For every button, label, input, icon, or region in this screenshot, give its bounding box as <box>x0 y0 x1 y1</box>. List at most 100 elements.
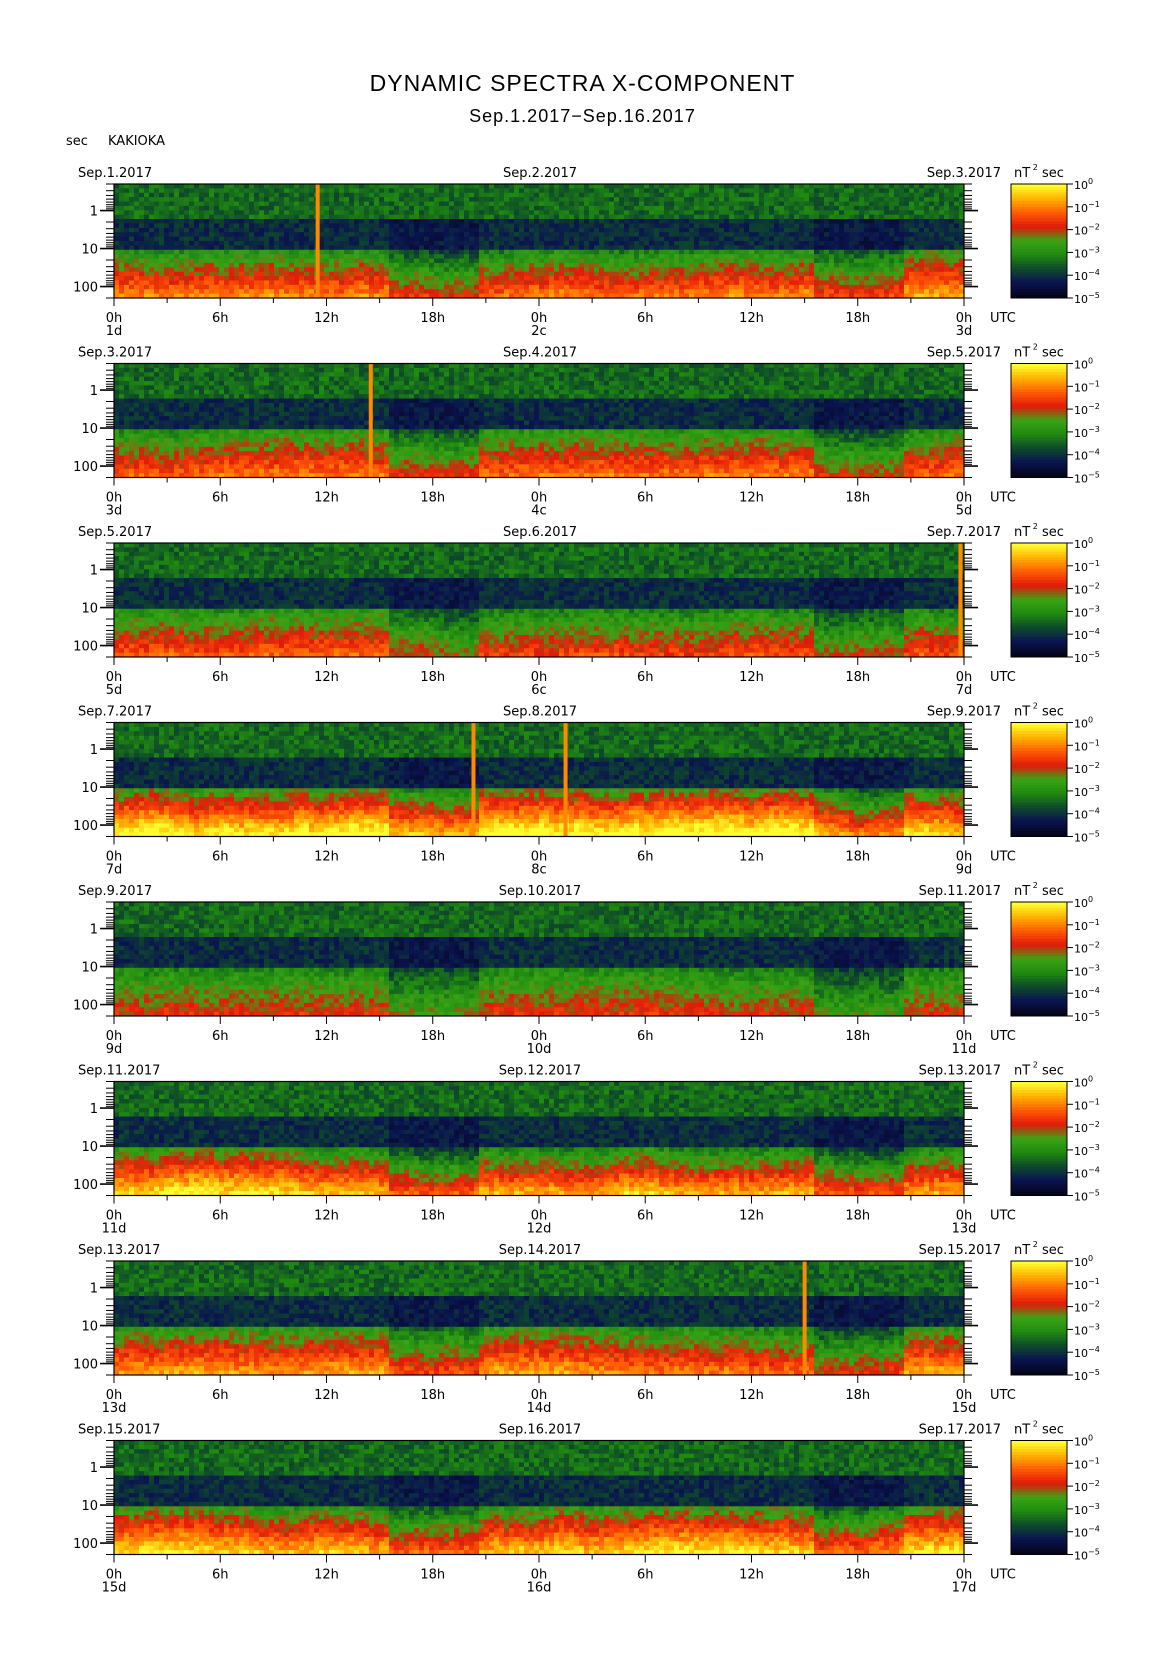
spectrogram-cell <box>594 184 599 189</box>
spectrogram-cell <box>334 210 339 215</box>
spectrogram-cell <box>329 254 334 259</box>
spectrogram-cell <box>559 267 564 272</box>
spectrogram-cell <box>214 202 219 207</box>
spectrogram-cell <box>719 193 724 198</box>
spectrogram-cell <box>609 188 614 193</box>
spectrogram-cell <box>384 188 389 193</box>
spectrogram-cell <box>344 259 349 264</box>
spectrogram-cell <box>279 285 284 290</box>
spectrogram-cell <box>624 202 629 207</box>
spectrogram-cell <box>464 232 469 237</box>
spectrogram-cell <box>479 237 484 242</box>
spectrogram-cell <box>534 202 539 207</box>
spectrogram-cell <box>324 184 329 189</box>
spectrogram-cell <box>534 206 539 211</box>
spectrogram-cell <box>334 188 339 193</box>
spectrogram-cell <box>394 245 399 250</box>
spectrogram-cell <box>499 267 504 272</box>
spectrogram-cell <box>634 232 639 237</box>
spectrogram-cell <box>674 206 679 211</box>
spectrogram-cell <box>709 223 714 228</box>
spectrogram-cell <box>534 228 539 233</box>
spectrogram-cell <box>354 228 359 233</box>
spectrogram-cell <box>639 263 644 268</box>
spectrogram-cell <box>269 280 274 285</box>
spectrogram-cell <box>569 197 574 202</box>
spectrogram-cell <box>439 193 444 198</box>
spectrogram-cell <box>449 228 454 233</box>
spectrogram-cell <box>389 289 394 294</box>
spectrogram-cell <box>374 237 379 242</box>
spectrogram-cell <box>449 188 454 193</box>
spectrogram-cell <box>514 202 519 207</box>
spectrogram-cell <box>424 276 429 281</box>
spectrogram-cell <box>574 202 579 207</box>
spectrogram-cell <box>154 184 159 189</box>
spectrogram-cell <box>414 219 419 224</box>
spectrogram-cell <box>379 232 384 237</box>
spectrogram-cell <box>359 272 364 277</box>
spectrogram-cell <box>424 193 429 198</box>
spectrogram-cell <box>624 228 629 233</box>
spectrogram-cell <box>614 237 619 242</box>
spectrogram-cell <box>384 285 389 290</box>
spectrogram-cell <box>474 237 479 242</box>
spectrogram-cell <box>479 193 484 198</box>
spectrogram-cell <box>669 215 674 220</box>
spectrogram-cell <box>419 285 424 290</box>
spectrogram-cell <box>584 285 589 290</box>
spectrogram-cell <box>224 250 229 255</box>
spectrogram-cell <box>354 250 359 255</box>
spectrogram-cell <box>469 228 474 233</box>
spectrogram-cell <box>124 263 129 268</box>
spectrogram-cell <box>279 206 284 211</box>
spectrogram-cell <box>579 228 584 233</box>
spectrogram-cell <box>159 259 164 264</box>
spectrogram-cell <box>624 250 629 255</box>
spectrogram-cell <box>439 219 444 224</box>
spectrogram-cell <box>344 237 349 242</box>
spectrogram-cell <box>654 215 659 220</box>
spectrogram-cell <box>359 289 364 294</box>
spectrogram-cell <box>304 289 309 294</box>
spectrogram-cell <box>189 237 194 242</box>
spectrogram-cell <box>164 184 169 189</box>
spectrogram-cell <box>264 184 269 189</box>
spectrogram-cell <box>464 241 469 246</box>
spectrogram-cell <box>664 197 669 202</box>
spectrogram-cell <box>429 197 434 202</box>
spectrogram-cell <box>384 259 389 264</box>
spectrogram-cell <box>679 254 684 259</box>
spectrogram-cell <box>454 267 459 272</box>
spectrogram-cell <box>229 272 234 277</box>
spectrogram-cell <box>429 215 434 220</box>
spectrogram-cell <box>649 259 654 264</box>
spectrogram-cell <box>289 245 294 250</box>
spectrogram-cell <box>194 241 199 246</box>
spectrogram-cell <box>694 245 699 250</box>
spectrogram-cell <box>339 215 344 220</box>
spectrogram-cell <box>379 254 384 259</box>
spectrogram-cell <box>644 250 649 255</box>
spectrogram-cell <box>604 232 609 237</box>
spectrogram-cell <box>159 272 164 277</box>
spectrogram-cell <box>284 272 289 277</box>
spectrogram-cell <box>564 263 569 268</box>
spectrogram-cell <box>209 232 214 237</box>
spectrogram-cell <box>704 245 709 250</box>
spectrogram-cell <box>339 280 344 285</box>
spectrogram-cell <box>699 237 704 242</box>
spectrogram-cell <box>254 276 259 281</box>
spectrogram-cell <box>199 237 204 242</box>
spectrogram-cell <box>224 215 229 220</box>
spectrogram-cell <box>394 188 399 193</box>
spectrogram-cell <box>124 193 129 198</box>
spectrogram-cell <box>564 250 569 255</box>
spectrogram-cell <box>474 254 479 259</box>
spectrogram-cell <box>284 237 289 242</box>
spectrogram-cell <box>224 197 229 202</box>
spectrogram-cell <box>244 267 249 272</box>
spectrogram-cell <box>309 184 314 189</box>
spectrogram-cell <box>414 188 419 193</box>
spectrogram-cell <box>459 202 464 207</box>
